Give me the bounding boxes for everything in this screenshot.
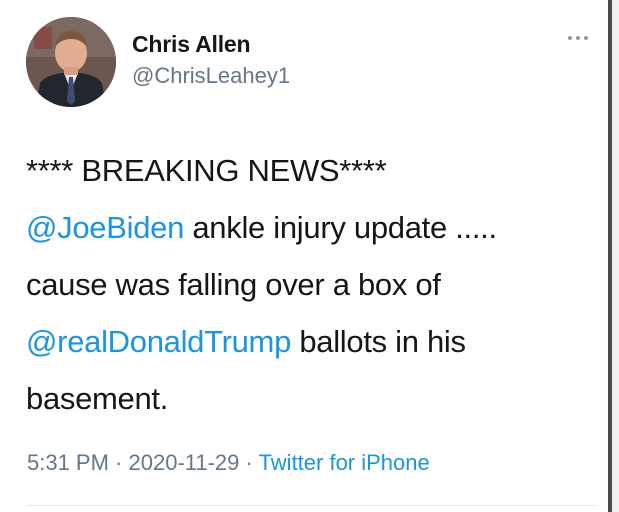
avatar-image	[26, 17, 116, 107]
tweet-meta: 5:31 PM · 2020-11-29 · Twitter for iPhon…	[27, 450, 430, 476]
tweet-line: @realDonaldTrump ballots in his	[26, 313, 596, 370]
more-options-icon[interactable]	[563, 28, 593, 48]
separator: ·	[239, 450, 259, 475]
dot	[576, 36, 580, 40]
tweet-line: cause was falling over a box of	[26, 267, 441, 302]
tweet-card: Chris Allen @ChrisLeahey1 **** BREAKING …	[0, 0, 608, 512]
tweet-source[interactable]: Twitter for iPhone	[259, 450, 430, 475]
tweet-line-text: ankle injury update .....	[184, 210, 497, 245]
tweet-line: @JoeBiden ankle injury update .....	[26, 199, 596, 256]
dot	[568, 36, 572, 40]
tweet-line: **** BREAKING NEWS****	[26, 153, 387, 188]
separator: ·	[108, 450, 129, 475]
mention-link[interactable]: @realDonaldTrump	[26, 324, 291, 359]
tweet-line-text: ballots in his	[291, 324, 466, 359]
tweet-line: basement.	[26, 381, 169, 416]
tweet-time[interactable]: 5:31 PM	[27, 450, 109, 475]
dot	[584, 36, 588, 40]
tweet-text: **** BREAKING NEWS**** @JoeBiden ankle i…	[26, 142, 596, 427]
avatar[interactable]	[26, 17, 116, 107]
tweet-date[interactable]: 2020-11-29	[129, 450, 240, 475]
display-name[interactable]: Chris Allen	[132, 31, 251, 58]
divider	[26, 505, 596, 506]
window-gutter	[612, 0, 619, 512]
user-handle[interactable]: @ChrisLeahey1	[132, 63, 290, 89]
mention-link[interactable]: @JoeBiden	[26, 210, 184, 245]
